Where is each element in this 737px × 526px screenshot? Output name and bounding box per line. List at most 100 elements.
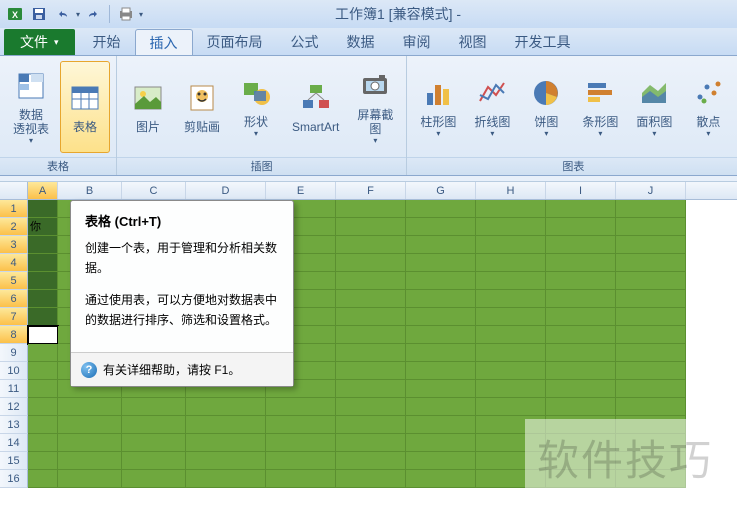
cell-I11[interactable] (546, 380, 616, 398)
scatter-button[interactable]: 散点 (683, 61, 733, 153)
cell-G2[interactable] (406, 218, 476, 236)
cell-F15[interactable] (336, 452, 406, 470)
cell-I1[interactable] (546, 200, 616, 218)
cell-H5[interactable] (476, 272, 546, 290)
cell-A4[interactable] (28, 254, 58, 272)
undo-dropdown-icon[interactable]: ▾ (76, 10, 80, 19)
cell-G1[interactable] (406, 200, 476, 218)
excel-icon[interactable]: X (4, 3, 26, 25)
cell-H9[interactable] (476, 344, 546, 362)
cell-E15[interactable] (266, 452, 336, 470)
cell-G13[interactable] (406, 416, 476, 434)
cell-I6[interactable] (546, 290, 616, 308)
cell-F7[interactable] (336, 308, 406, 326)
cell-J9[interactable] (616, 344, 686, 362)
tab-页面布局[interactable]: 页面布局 (193, 29, 277, 55)
cell-I8[interactable] (546, 326, 616, 344)
clipart-button[interactable]: 剪贴画 (177, 61, 227, 153)
cell-A9[interactable] (28, 344, 58, 362)
cell-E16[interactable] (266, 470, 336, 488)
area-button[interactable]: 面积图 (629, 61, 679, 153)
cell-H10[interactable] (476, 362, 546, 380)
cell-I4[interactable] (546, 254, 616, 272)
cell-J10[interactable] (616, 362, 686, 380)
row-header-11[interactable]: 11 (0, 380, 28, 398)
col-header-H[interactable]: H (476, 182, 546, 199)
cell-J5[interactable] (616, 272, 686, 290)
cell-E14[interactable] (266, 434, 336, 452)
pie-button[interactable]: 饼图 (521, 61, 571, 153)
column-button[interactable]: 柱形图 (413, 61, 463, 153)
row-header-1[interactable]: 1 (0, 200, 28, 218)
tab-审阅[interactable]: 审阅 (389, 29, 445, 55)
cell-B12[interactable] (58, 398, 122, 416)
cell-F5[interactable] (336, 272, 406, 290)
cell-I7[interactable] (546, 308, 616, 326)
cell-G10[interactable] (406, 362, 476, 380)
row-header-2[interactable]: 2 (0, 218, 28, 236)
cell-J12[interactable] (616, 398, 686, 416)
cell-E13[interactable] (266, 416, 336, 434)
cell-B13[interactable] (58, 416, 122, 434)
cell-F1[interactable] (336, 200, 406, 218)
cell-H11[interactable] (476, 380, 546, 398)
select-all-corner[interactable] (0, 182, 28, 199)
cell-F4[interactable] (336, 254, 406, 272)
cell-G12[interactable] (406, 398, 476, 416)
cell-G9[interactable] (406, 344, 476, 362)
cell-F3[interactable] (336, 236, 406, 254)
row-header-14[interactable]: 14 (0, 434, 28, 452)
smartart-button[interactable]: SmartArt (285, 61, 346, 153)
col-header-A[interactable]: A (28, 182, 58, 199)
row-header-9[interactable]: 9 (0, 344, 28, 362)
cell-G16[interactable] (406, 470, 476, 488)
cell-F14[interactable] (336, 434, 406, 452)
col-header-D[interactable]: D (186, 182, 266, 199)
cell-J2[interactable] (616, 218, 686, 236)
screenshot-button[interactable]: 屏幕截图 (350, 61, 400, 153)
cell-I10[interactable] (546, 362, 616, 380)
cell-J4[interactable] (616, 254, 686, 272)
shapes-button[interactable]: 形状 (231, 61, 281, 153)
line-button[interactable]: 折线图 (467, 61, 517, 153)
undo-icon[interactable] (52, 3, 74, 25)
cell-D14[interactable] (186, 434, 266, 452)
cell-F2[interactable] (336, 218, 406, 236)
cell-F8[interactable] (336, 326, 406, 344)
cell-D16[interactable] (186, 470, 266, 488)
cell-H8[interactable] (476, 326, 546, 344)
cell-F11[interactable] (336, 380, 406, 398)
row-header-3[interactable]: 3 (0, 236, 28, 254)
cell-D13[interactable] (186, 416, 266, 434)
cell-J3[interactable] (616, 236, 686, 254)
tab-插入[interactable]: 插入 (135, 29, 193, 55)
cell-G7[interactable] (406, 308, 476, 326)
cell-I9[interactable] (546, 344, 616, 362)
file-tab[interactable]: 文件 (4, 29, 75, 55)
cell-A1[interactable] (28, 200, 58, 218)
cell-A6[interactable] (28, 290, 58, 308)
cell-J8[interactable] (616, 326, 686, 344)
cell-H4[interactable] (476, 254, 546, 272)
cell-A15[interactable] (28, 452, 58, 470)
row-header-8[interactable]: 8 (0, 326, 28, 344)
cell-G11[interactable] (406, 380, 476, 398)
row-header-12[interactable]: 12 (0, 398, 28, 416)
pivot-button[interactable]: 数据透视表 (6, 61, 56, 153)
cell-B15[interactable] (58, 452, 122, 470)
col-header-C[interactable]: C (122, 182, 186, 199)
cell-G5[interactable] (406, 272, 476, 290)
cell-D12[interactable] (186, 398, 266, 416)
row-header-10[interactable]: 10 (0, 362, 28, 380)
cell-F6[interactable] (336, 290, 406, 308)
cell-G4[interactable] (406, 254, 476, 272)
cell-F9[interactable] (336, 344, 406, 362)
cell-A2[interactable]: 你 (28, 218, 58, 236)
cell-G14[interactable] (406, 434, 476, 452)
cell-F12[interactable] (336, 398, 406, 416)
cell-A16[interactable] (28, 470, 58, 488)
cell-G8[interactable] (406, 326, 476, 344)
tab-视图[interactable]: 视图 (445, 29, 501, 55)
cell-B14[interactable] (58, 434, 122, 452)
cell-H6[interactable] (476, 290, 546, 308)
